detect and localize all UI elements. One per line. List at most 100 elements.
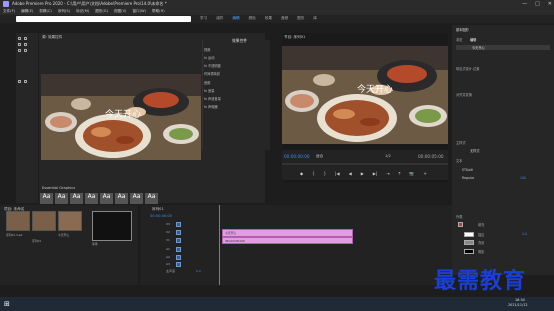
menu-sequence[interactable]: 序列(S): [58, 9, 70, 14]
effect-row-panner[interactable]: fx 声像器: [204, 104, 218, 109]
effect-row-channel-volume[interactable]: fx 声道音量: [204, 96, 221, 101]
project-thumb-3[interactable]: [58, 211, 82, 231]
type-tool-icon[interactable]: [18, 43, 21, 46]
master-volume-value[interactable]: 0.0: [196, 269, 201, 273]
effect-row-motion[interactable]: fx 运动: [204, 55, 214, 60]
mark-out-icon[interactable]: }: [324, 171, 327, 176]
lift-icon[interactable]: ⇥: [386, 171, 389, 176]
search-field[interactable]: [16, 16, 191, 22]
close-button[interactable]: ✕: [548, 1, 552, 7]
menu-view[interactable]: 视图(V): [114, 9, 126, 14]
font-dropdown[interactable]: STKaiti: [462, 168, 473, 172]
tab-learn[interactable]: 学习: [200, 16, 207, 21]
go-to-out-icon[interactable]: ▶|: [373, 171, 377, 176]
layer-item[interactable]: [456, 45, 550, 50]
effect-row-volume[interactable]: fx 音量: [204, 88, 214, 93]
style-dropdown[interactable]: 无样式: [470, 148, 480, 153]
timeline-clip-video[interactable]: IMG20200109: [222, 237, 353, 244]
font-style-dropdown[interactable]: Regular: [462, 176, 474, 180]
subtab-browse[interactable]: 浏览: [456, 37, 462, 42]
extract-icon[interactable]: ⤒: [399, 171, 401, 176]
text-style-8[interactable]: Aa: [145, 193, 158, 204]
font-size-value[interactable]: 100: [520, 176, 526, 180]
selection-tool-icon[interactable]: [18, 37, 21, 40]
timeline-playhead[interactable]: [219, 205, 220, 285]
play-icon[interactable]: ▶: [361, 171, 364, 176]
tab-graphics[interactable]: 图形: [297, 16, 304, 21]
rect-tool-icon[interactable]: [24, 43, 27, 46]
essential-graphics-tab[interactable]: Essential Graphics: [42, 186, 75, 190]
fit-dropdown[interactable]: 适合: [316, 154, 323, 159]
stroke-swatch[interactable]: [464, 232, 474, 237]
text-style-4[interactable]: Aa: [85, 193, 98, 204]
step-back-icon[interactable]: ◀: [349, 171, 352, 176]
project-thumb-2[interactable]: [32, 211, 56, 231]
subtab-edit[interactable]: 编辑: [470, 37, 476, 42]
essential-graphics-tab-right[interactable]: 基本图形: [456, 27, 469, 32]
thumb-label-2: 序列01: [32, 239, 42, 243]
tab-assembly[interactable]: 组件: [216, 16, 223, 21]
text-style-1[interactable]: Aa: [40, 193, 53, 204]
fill-swatch[interactable]: [458, 222, 463, 227]
zoom-tool-icon[interactable]: [24, 80, 27, 83]
timeline-clip-title[interactable]: 今天开心: [222, 229, 353, 237]
menu-help[interactable]: 帮助(H): [152, 9, 165, 14]
workspace-tabs: 学习 组件 编辑 颜色 效果 音频 图形 库: [200, 16, 317, 21]
menu-edit[interactable]: 编辑(E): [21, 9, 33, 14]
track-a2: A2: [166, 255, 170, 259]
menu-clip[interactable]: 剪辑(C): [39, 9, 52, 14]
track-lock-a2-icon[interactable]: [176, 255, 181, 260]
export-frame-icon[interactable]: 📷: [409, 171, 414, 176]
program-preview-image: [282, 46, 448, 144]
shape-tool-icon[interactable]: [18, 80, 21, 83]
quality-dropdown[interactable]: 1/2: [385, 154, 391, 158]
effect-row-time-remap[interactable]: 时间重映射: [204, 71, 220, 76]
text-style-2[interactable]: Aa: [55, 193, 68, 204]
track-a1: A1: [166, 247, 170, 251]
program-timecode[interactable]: 00:00:00:00: [284, 154, 310, 159]
tab-color[interactable]: 颜色: [249, 16, 256, 21]
tab-effects[interactable]: 效果: [265, 16, 272, 21]
menu-marker[interactable]: 标记(M): [76, 9, 89, 14]
mark-in-icon[interactable]: {: [312, 171, 315, 176]
tab-libraries[interactable]: 库: [313, 16, 317, 21]
background-swatch[interactable]: [464, 240, 474, 245]
menu-graphics[interactable]: 图形(G): [95, 9, 108, 14]
track-lock-a1-icon[interactable]: [176, 247, 181, 252]
button-editor-icon[interactable]: +: [423, 171, 426, 176]
effect-controls-title: 效果控件: [232, 38, 248, 43]
effect-row-audio[interactable]: 音频: [204, 80, 210, 85]
shadow-swatch[interactable]: [464, 249, 474, 254]
text-style-5[interactable]: Aa: [100, 193, 113, 204]
add-marker-icon[interactable]: ◆: [300, 171, 303, 176]
ellipse-tool-icon[interactable]: [18, 49, 21, 52]
minimize-button[interactable]: —: [522, 1, 527, 7]
hand-tool-icon[interactable]: [24, 49, 27, 52]
menu-file[interactable]: 文件(F): [3, 9, 15, 14]
tools-panel: [16, 33, 38, 203]
effect-row-opacity[interactable]: fx 不透明度: [204, 63, 221, 68]
start-icon[interactable]: ⊞: [4, 300, 10, 308]
menu-window[interactable]: 窗口(W): [132, 9, 146, 14]
timeline-tab[interactable]: 序列01: [152, 207, 164, 212]
track-lock-v1-icon[interactable]: [176, 238, 181, 243]
text-style-3[interactable]: Aa: [70, 193, 83, 204]
program-scrub-bar[interactable]: [282, 163, 448, 165]
timeline-timecode[interactable]: 00:00:00:00: [150, 214, 172, 218]
tab-audio[interactable]: 音频: [281, 16, 288, 21]
project-thumb-4[interactable]: [92, 211, 132, 241]
maximize-button[interactable]: □: [535, 1, 540, 7]
track-lock-v3-icon[interactable]: [176, 222, 181, 227]
text-style-7[interactable]: Aa: [130, 193, 143, 204]
source-panel-tab[interactable]: 源: 效果控件: [42, 35, 62, 40]
program-monitor-tab[interactable]: 节目: 序列01: [284, 35, 305, 40]
tab-editing[interactable]: 编辑: [232, 16, 239, 21]
pen-tool-icon[interactable]: [24, 37, 27, 40]
effect-row-video[interactable]: 视频: [204, 47, 210, 52]
project-thumb-1[interactable]: [6, 211, 30, 231]
track-lock-v2-icon[interactable]: [176, 230, 181, 235]
text-style-6[interactable]: Aa: [115, 193, 128, 204]
go-to-in-icon[interactable]: |◀: [335, 171, 339, 176]
track-lock-a3-icon[interactable]: [176, 262, 181, 267]
stroke-value[interactable]: 1.0: [522, 232, 527, 236]
